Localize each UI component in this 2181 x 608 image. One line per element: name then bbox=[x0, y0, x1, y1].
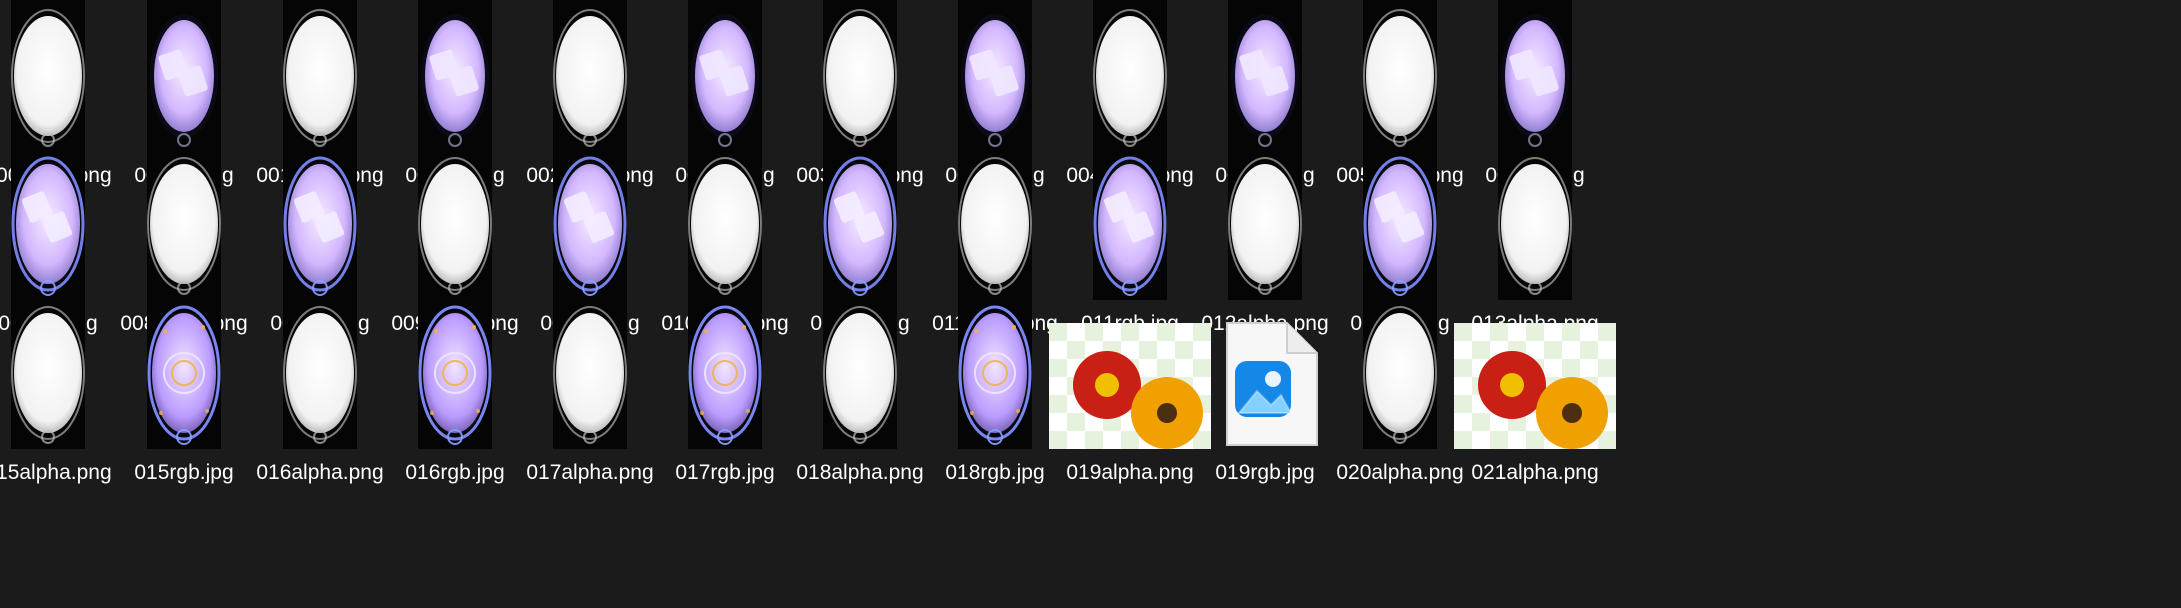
image-thumbnail bbox=[1228, 0, 1302, 152]
image-file-icon bbox=[1209, 321, 1321, 447]
image-thumbnail bbox=[283, 0, 357, 152]
image-thumbnail bbox=[11, 297, 85, 449]
file-name: 021alpha.png bbox=[1471, 461, 1599, 484]
file-tile[interactable]: 021alpha.png bbox=[1441, 297, 1629, 497]
image-thumbnail bbox=[1363, 0, 1437, 152]
image-thumbnail bbox=[1093, 148, 1167, 300]
image-thumbnail bbox=[11, 0, 85, 152]
image-thumbnail bbox=[823, 148, 897, 300]
image-thumbnail bbox=[1498, 148, 1572, 300]
image-thumbnail bbox=[418, 148, 492, 300]
image-thumbnail bbox=[553, 0, 627, 152]
image-thumbnail bbox=[283, 148, 357, 300]
image-thumbnail bbox=[1498, 0, 1572, 152]
image-thumbnail bbox=[1363, 148, 1437, 300]
image-thumbnail bbox=[823, 0, 897, 152]
image-thumbnail bbox=[823, 297, 897, 449]
image-thumbnail bbox=[418, 0, 492, 152]
image-thumbnail bbox=[958, 297, 1032, 449]
image-thumbnail bbox=[958, 0, 1032, 152]
image-thumbnail bbox=[283, 297, 357, 449]
image-thumbnail bbox=[553, 297, 627, 449]
image-thumbnail bbox=[147, 297, 221, 449]
image-thumbnail bbox=[553, 148, 627, 300]
image-thumbnail bbox=[147, 148, 221, 300]
image-thumbnail bbox=[418, 297, 492, 449]
image-thumbnail bbox=[688, 148, 762, 300]
image-thumbnail bbox=[958, 148, 1032, 300]
image-thumbnail bbox=[1363, 297, 1437, 449]
image-thumbnail bbox=[1228, 148, 1302, 300]
image-thumbnail bbox=[147, 0, 221, 152]
image-file-icon bbox=[1454, 323, 1616, 449]
file-grid: 000alpha.png000rgb.jpg001alpha.png001rgb… bbox=[0, 0, 2181, 608]
image-thumbnail bbox=[688, 0, 762, 152]
image-thumbnail bbox=[688, 297, 762, 449]
image-thumbnail bbox=[1093, 0, 1167, 152]
image-thumbnail bbox=[11, 148, 85, 300]
